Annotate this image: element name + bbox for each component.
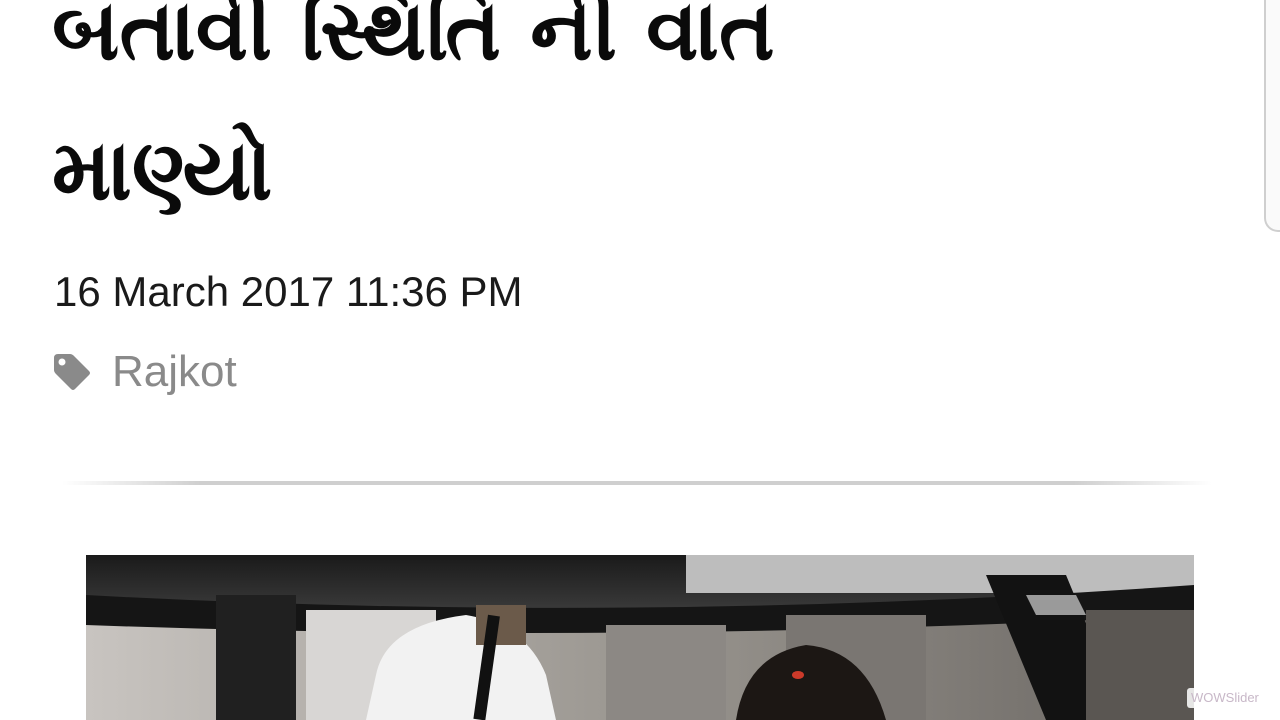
section-divider bbox=[62, 481, 1212, 485]
tag-icon bbox=[52, 352, 92, 392]
article-title: બતાવી સ્થિતિ ની વાત માણ્યો bbox=[52, 0, 1212, 240]
article-photo[interactable] bbox=[86, 555, 1194, 720]
slider-badge[interactable]: WOWSlider bbox=[1187, 688, 1263, 708]
article-date: 16 March 2017 11:36 PM bbox=[54, 268, 523, 315]
tag-label[interactable]: Rajkot bbox=[112, 347, 237, 397]
article-title-line-1: બતાવી સ્થિતિ ની વાત bbox=[52, 0, 775, 79]
scroll-indicator[interactable] bbox=[1264, 0, 1280, 232]
article-tag[interactable]: Rajkot bbox=[52, 344, 237, 400]
article-title-line-2: માણ્યો bbox=[52, 121, 273, 219]
